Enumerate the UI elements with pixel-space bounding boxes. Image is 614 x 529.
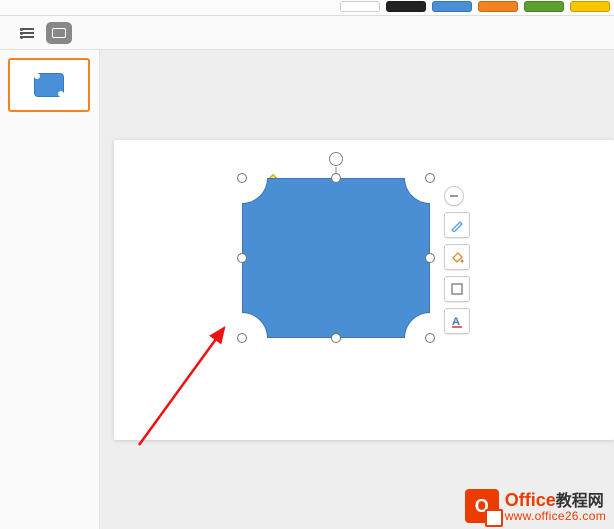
panel-view-bar	[0, 16, 614, 50]
watermark: O Office教程网 www.office26.com	[465, 489, 606, 523]
style-swatch-yellow[interactable]	[570, 1, 610, 12]
bucket-icon	[450, 250, 464, 264]
style-swatch-black[interactable]	[386, 1, 426, 12]
watermark-title-cn: 教程网	[556, 493, 604, 510]
rounded-rectangle-shape[interactable]	[242, 178, 430, 338]
resize-handle-sw[interactable]	[237, 333, 247, 343]
resize-handle-n[interactable]	[331, 173, 341, 183]
rotate-handle-icon[interactable]	[329, 152, 343, 166]
slide-thumbnail-panel[interactable]	[0, 50, 100, 529]
collapse-tools-button[interactable]	[444, 186, 464, 206]
resize-handle-s[interactable]	[331, 333, 341, 343]
list-icon	[20, 28, 34, 38]
style-swatch-orange[interactable]	[478, 1, 518, 12]
outline-view-button[interactable]	[14, 22, 40, 44]
shape-style-gallery[interactable]	[340, 0, 610, 13]
panel-view-toggle[interactable]	[14, 22, 72, 44]
shape-quick-tools: A	[444, 186, 470, 334]
style-swatch-white[interactable]	[340, 1, 380, 12]
pencil-icon	[450, 218, 464, 232]
resize-handle-nw[interactable]	[237, 173, 247, 183]
text-style-button[interactable]: A	[444, 308, 470, 334]
shape-corner	[242, 178, 268, 204]
shape-effects-button[interactable]	[444, 276, 470, 302]
shape-fill-button[interactable]	[444, 244, 470, 270]
style-swatch-green[interactable]	[524, 1, 564, 12]
slide-canvas-area[interactable]: A	[100, 50, 614, 529]
thumbnail-shape-preview	[34, 73, 64, 97]
shape-outline-button[interactable]	[444, 212, 470, 238]
resize-handle-se[interactable]	[425, 333, 435, 343]
text-a-icon: A	[450, 314, 464, 328]
square-icon	[450, 282, 464, 296]
resize-handle-e[interactable]	[425, 253, 435, 263]
style-swatch-blue[interactable]	[432, 1, 472, 12]
format-toolbar	[0, 0, 614, 16]
slide-thumbnail-1[interactable]	[8, 58, 90, 112]
annotation-arrow-icon	[134, 320, 244, 450]
selected-shape[interactable]	[242, 178, 430, 338]
slide[interactable]: A	[114, 140, 614, 440]
resize-handle-w[interactable]	[237, 253, 247, 263]
watermark-url: www.office26.com	[505, 510, 606, 522]
office-logo-icon: O	[465, 489, 499, 523]
watermark-title-en: Office	[505, 490, 556, 510]
resize-handle-ne[interactable]	[425, 173, 435, 183]
thumbnail-icon	[52, 28, 66, 38]
watermark-title: Office教程网	[505, 491, 606, 510]
svg-text:A: A	[452, 316, 460, 328]
thumbnail-view-button[interactable]	[46, 22, 72, 44]
minus-icon	[449, 191, 459, 201]
